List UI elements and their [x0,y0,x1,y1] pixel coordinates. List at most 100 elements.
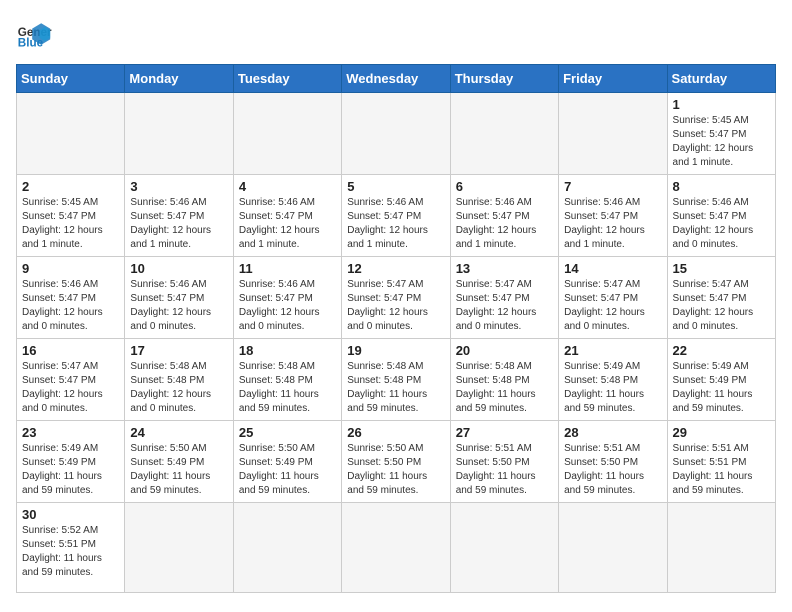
calendar-table: SundayMondayTuesdayWednesdayThursdayFrid… [16,64,776,593]
cell-info: Sunrise: 5:50 AM Sunset: 5:49 PM Dayligh… [239,442,336,498]
cell-info: Sunrise: 5:47 AM Sunset: 5:47 PM Dayligh… [564,278,661,334]
day-number: 13 [456,261,553,276]
day-number: 20 [456,343,553,358]
calendar-cell: 20 Sunrise: 5:48 AM Sunset: 5:48 PM Dayli… [450,339,558,421]
day-number: 1 [673,97,770,112]
calendar-cell [559,503,667,593]
day-number: 19 [347,343,444,358]
cell-info: Sunrise: 5:46 AM Sunset: 5:47 PM Dayligh… [347,196,444,252]
calendar-cell: 19Sunrise: 5:48 AM Sunset: 5:48 PM Dayli… [342,339,450,421]
day-number: 5 [347,179,444,194]
day-number: 28 [564,425,661,440]
day-number: 25 [239,425,336,440]
day-number: 23 [22,425,119,440]
calendar-week-2: 2 Sunrise: 5:45 AM Sunset: 5:47 PM Daylig… [17,175,776,257]
day-number: 12 [347,261,444,276]
cell-info: Sunrise: 5:48 AM Sunset: 5:48 PM Dayligh… [130,360,227,416]
day-number: 29 [673,425,770,440]
calendar-cell: 15Sunrise: 5:47 AM Sunset: 5:47 PM Dayli… [667,257,775,339]
day-number: 3 [130,179,227,194]
logo: General Blue [16,16,60,52]
calendar-cell: 7 Sunrise: 5:46 AM Sunset: 5:47 PM Daylig… [559,175,667,257]
day-number: 26 [347,425,444,440]
cell-info: Sunrise: 5:46 AM Sunset: 5:47 PM Dayligh… [22,278,119,334]
calendar-cell: 14Sunrise: 5:47 AM Sunset: 5:47 PM Dayli… [559,257,667,339]
cell-info: Sunrise: 5:46 AM Sunset: 5:47 PM Dayligh… [456,196,553,252]
calendar-cell [342,93,450,175]
weekday-header-thursday: Thursday [450,65,558,93]
cell-info: Sunrise: 5:46 AM Sunset: 5:47 PM Dayligh… [130,278,227,334]
calendar-cell: 24 Sunrise: 5:50 AM Sunset: 5:49 PM Dayli… [125,421,233,503]
calendar-week-1: 1 Sunrise: 5:45 AM Sunset: 5:47 PM Daylig… [17,93,776,175]
calendar-cell: 29 Sunrise: 5:51 AM Sunset: 5:51 PM Dayli… [667,421,775,503]
calendar-week-5: 23 Sunrise: 5:49 AM Sunset: 5:49 PM Dayli… [17,421,776,503]
weekday-header-saturday: Saturday [667,65,775,93]
day-number: 11 [239,261,336,276]
calendar-week-4: 16 Sunrise: 5:47 AM Sunset: 5:47 PM Dayli… [17,339,776,421]
cell-info: Sunrise: 5:46 AM Sunset: 5:47 PM Dayligh… [130,196,227,252]
calendar-cell: 8Sunrise: 5:46 AM Sunset: 5:47 PM Daylig… [667,175,775,257]
calendar-cell [559,93,667,175]
calendar-week-3: 9 Sunrise: 5:46 AM Sunset: 5:47 PM Daylig… [17,257,776,339]
cell-info: Sunrise: 5:46 AM Sunset: 5:47 PM Dayligh… [564,196,661,252]
cell-info: Sunrise: 5:45 AM Sunset: 5:47 PM Dayligh… [22,196,119,252]
calendar-cell [125,93,233,175]
day-number: 2 [22,179,119,194]
calendar-cell: 10 Sunrise: 5:46 AM Sunset: 5:47 PM Dayli… [125,257,233,339]
calendar-cell: 9 Sunrise: 5:46 AM Sunset: 5:47 PM Daylig… [17,257,125,339]
calendar-cell: 17 Sunrise: 5:48 AM Sunset: 5:48 PM Dayli… [125,339,233,421]
cell-info: Sunrise: 5:46 AM Sunset: 5:47 PM Dayligh… [239,196,336,252]
cell-info: Sunrise: 5:45 AM Sunset: 5:47 PM Dayligh… [673,114,770,170]
weekday-header-friday: Friday [559,65,667,93]
calendar-cell: 4 Sunrise: 5:46 AM Sunset: 5:47 PM Daylig… [233,175,341,257]
cell-info: Sunrise: 5:49 AM Sunset: 5:49 PM Dayligh… [22,442,119,498]
cell-info: Sunrise: 5:49 AM Sunset: 5:48 PM Dayligh… [564,360,661,416]
calendar-cell [233,93,341,175]
day-number: 4 [239,179,336,194]
calendar-cell: 22 Sunrise: 5:49 AM Sunset: 5:49 PM Dayli… [667,339,775,421]
calendar-cell: 3 Sunrise: 5:46 AM Sunset: 5:47 PM Daylig… [125,175,233,257]
cell-info: Sunrise: 5:47 AM Sunset: 5:47 PM Dayligh… [456,278,553,334]
day-number: 6 [456,179,553,194]
cell-info: Sunrise: 5:51 AM Sunset: 5:50 PM Dayligh… [564,442,661,498]
calendar-cell [125,503,233,593]
calendar-week-6: 30 Sunrise: 5:52 AM Sunset: 5:51 PM Dayli… [17,503,776,593]
calendar-cell: 12 Sunrise: 5:47 AM Sunset: 5:47 PM Dayli… [342,257,450,339]
cell-info: Sunrise: 5:51 AM Sunset: 5:50 PM Dayligh… [456,442,553,498]
day-number: 7 [564,179,661,194]
calendar-cell [342,503,450,593]
calendar-cell: 2 Sunrise: 5:45 AM Sunset: 5:47 PM Daylig… [17,175,125,257]
cell-info: Sunrise: 5:49 AM Sunset: 5:49 PM Dayligh… [673,360,770,416]
calendar-cell: 21 Sunrise: 5:49 AM Sunset: 5:48 PM Dayli… [559,339,667,421]
day-number: 10 [130,261,227,276]
cell-info: Sunrise: 5:48 AM Sunset: 5:48 PM Dayligh… [456,360,553,416]
day-number: 18 [239,343,336,358]
day-number: 9 [22,261,119,276]
calendar-cell: 11Sunrise: 5:46 AM Sunset: 5:47 PM Dayli… [233,257,341,339]
cell-info: Sunrise: 5:52 AM Sunset: 5:51 PM Dayligh… [22,524,119,580]
weekday-header-monday: Monday [125,65,233,93]
calendar-cell: 30 Sunrise: 5:52 AM Sunset: 5:51 PM Dayli… [17,503,125,593]
cell-info: Sunrise: 5:47 AM Sunset: 5:47 PM Dayligh… [347,278,444,334]
day-number: 17 [130,343,227,358]
day-number: 15 [673,261,770,276]
calendar-cell [667,503,775,593]
weekday-header-wednesday: Wednesday [342,65,450,93]
calendar-cell: 25 Sunrise: 5:50 AM Sunset: 5:49 PM Dayli… [233,421,341,503]
day-number: 24 [130,425,227,440]
calendar-cell: 26Sunrise: 5:50 AM Sunset: 5:50 PM Dayli… [342,421,450,503]
cell-info: Sunrise: 5:51 AM Sunset: 5:51 PM Dayligh… [673,442,770,498]
calendar-cell: 6 Sunrise: 5:46 AM Sunset: 5:47 PM Daylig… [450,175,558,257]
cell-info: Sunrise: 5:46 AM Sunset: 5:47 PM Dayligh… [673,196,770,252]
cell-info: Sunrise: 5:48 AM Sunset: 5:48 PM Dayligh… [239,360,336,416]
cell-info: Sunrise: 5:50 AM Sunset: 5:49 PM Dayligh… [130,442,227,498]
day-number: 21 [564,343,661,358]
calendar-cell: 16 Sunrise: 5:47 AM Sunset: 5:47 PM Dayli… [17,339,125,421]
cell-info: Sunrise: 5:47 AM Sunset: 5:47 PM Dayligh… [22,360,119,416]
calendar-cell [17,93,125,175]
weekday-header-row: SundayMondayTuesdayWednesdayThursdayFrid… [17,65,776,93]
day-number: 16 [22,343,119,358]
weekday-header-sunday: Sunday [17,65,125,93]
day-number: 22 [673,343,770,358]
day-number: 30 [22,507,119,522]
